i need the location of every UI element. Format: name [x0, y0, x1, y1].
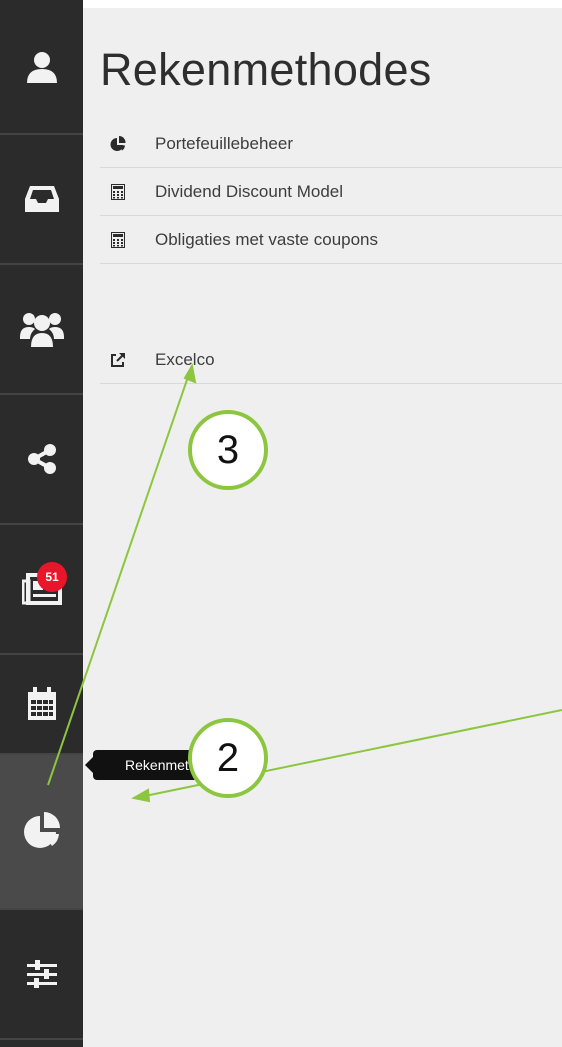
callout-2: 2: [188, 718, 268, 798]
callout-3: 3: [188, 410, 268, 490]
annotation-arrows: [47, 363, 562, 803]
